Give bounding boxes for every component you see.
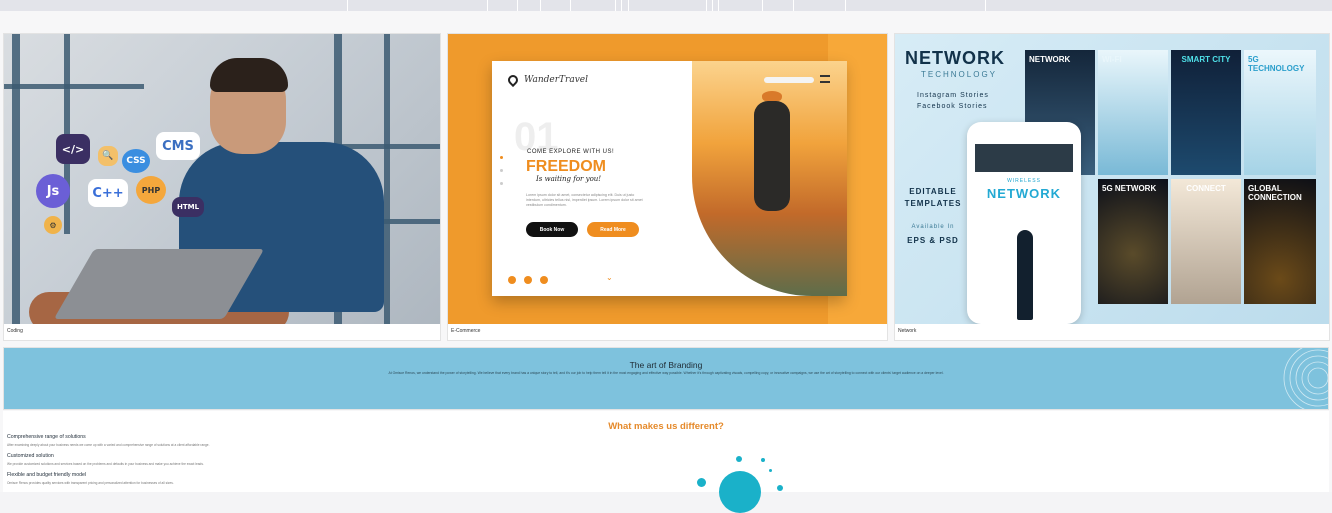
feature-title: Flexible and budget friendly model [7, 472, 87, 478]
illustration-dot [761, 458, 765, 462]
card-caption: Coding [7, 328, 23, 334]
formats-label: EPS & PSD [907, 236, 959, 245]
strip-divider [487, 0, 488, 11]
card-caption: Network [898, 328, 917, 334]
travel-kicker: COME EXPLORE WITH US! [527, 149, 615, 155]
cms-badge-icon: CMS [156, 132, 200, 160]
network-line2: Facebook Stories [917, 103, 988, 110]
branding-title: The art of Branding [629, 360, 703, 370]
hiker-photo [692, 61, 847, 296]
cpp-badge-icon: C++ [88, 179, 128, 207]
travel-brand: WanderTravel [524, 75, 588, 85]
tile-5g-technology: 5G TECHNOLOGY [1244, 50, 1316, 175]
strip-divider [706, 0, 707, 11]
branding-banner: The art of Branding At Omisce Renos, we … [3, 347, 1329, 410]
phone-person [1017, 230, 1033, 320]
travel-body: Lorem ipsum dolor sit amet, consectetur … [526, 193, 643, 208]
differentiators-section: What makes us different? Comprehensive r… [3, 411, 1329, 513]
tile-smart-city: SMART CITY [1171, 50, 1241, 175]
coding-image: </> 🔍 CSS CMS Js C++ PHP HTML ⚙ [4, 34, 440, 324]
section-heading: What makes us different? [608, 421, 724, 432]
illustration-dot [769, 469, 772, 472]
network-image: NETWORK TECHNOLOGY Instagram Stories Fac… [895, 34, 1329, 324]
feature-title: Customized solution [7, 453, 54, 459]
php-badge-icon: PHP [136, 176, 166, 204]
hiker-body [754, 101, 790, 211]
travel-headline: FREEDOM [526, 158, 606, 175]
strip-divider [845, 0, 846, 11]
network-title: NETWORK [905, 48, 1005, 68]
feature-title: Comprehensive range of solutions [7, 434, 86, 440]
code-badge-icon: </> [56, 134, 90, 164]
search-badge-icon: 🔍 [98, 146, 118, 166]
chevron-down-icon[interactable]: ⌄ [606, 273, 613, 282]
strip-divider [347, 0, 348, 11]
tile-connect: CONNECT [1171, 179, 1241, 304]
portfolio-card-network[interactable]: NETWORK TECHNOLOGY Instagram Stories Fac… [894, 33, 1330, 341]
card-caption: E-Commerce [451, 328, 481, 334]
travel-landing-mockup: WanderTravel 01 COME EXPLORE WITH US! FR… [492, 61, 847, 296]
strip-divider [628, 0, 629, 11]
facebook-icon[interactable] [508, 276, 516, 284]
slider-dot[interactable] [500, 182, 503, 185]
js-badge-icon: Js [36, 174, 70, 208]
feature-desc: Omisce Renos provides quality services w… [7, 481, 174, 485]
bug-badge-icon: ⚙ [44, 216, 62, 234]
phone-small-label: WIRELESS [1007, 178, 1041, 184]
strip-divider [793, 0, 794, 11]
hiker-hat [762, 91, 782, 101]
network-line1: Instagram Stories [917, 92, 989, 99]
strip-divider [718, 0, 719, 11]
read-more-button[interactable]: Read More [587, 222, 639, 237]
slider-dot[interactable] [500, 156, 503, 159]
browser-top-strip [0, 0, 1332, 11]
tile-wifi: WI-FI [1098, 50, 1168, 175]
strip-divider [540, 0, 541, 11]
branding-description: At Omisce Renos, we understand the power… [388, 371, 944, 375]
illustration-circle [719, 471, 761, 513]
strip-divider [615, 0, 616, 11]
shelf-board [4, 84, 144, 89]
strip-divider [712, 0, 713, 11]
menu-icon[interactable] [820, 75, 830, 83]
shelf-post [12, 34, 20, 324]
illustration-dot [777, 485, 783, 491]
strip-divider [985, 0, 986, 11]
feature-desc: After examining deeply about your busine… [7, 443, 210, 447]
css-badge-icon: CSS [122, 149, 150, 173]
instagram-icon[interactable] [524, 276, 532, 284]
slider-dot[interactable] [500, 169, 503, 172]
decorative-rings-icon [1283, 348, 1328, 409]
portfolio-card-coding[interactable]: </> 🔍 CSS CMS Js C++ PHP HTML ⚙ Coding [3, 33, 441, 341]
available-label: Available In [911, 224, 955, 230]
network-subtitle: TECHNOLOGY [921, 70, 998, 79]
strip-divider [570, 0, 571, 11]
portfolio-card-ecommerce[interactable]: WanderTravel 01 COME EXPLORE WITH US! FR… [447, 33, 888, 341]
strip-divider [517, 0, 518, 11]
book-now-button[interactable]: Book Now [526, 222, 578, 237]
phone-header-image [975, 144, 1073, 172]
tile-5g-network: 5G NETWORK [1098, 179, 1168, 304]
illustration-dot [736, 456, 742, 462]
twitter-icon[interactable] [540, 276, 548, 284]
location-pin-icon [505, 72, 521, 88]
feature-desc: We provide customized solutions and serv… [7, 462, 204, 466]
person-hair [210, 58, 288, 92]
travel-image: WanderTravel 01 COME EXPLORE WITH US! FR… [448, 34, 887, 324]
shelf-post [384, 34, 390, 324]
html-badge-icon: HTML [172, 197, 204, 217]
tile-global-connection: GLOBAL CONNECTION [1244, 179, 1316, 304]
editable-label: EDITABLE TEMPLATES [904, 187, 962, 208]
illustration-dot [697, 478, 706, 487]
search-input[interactable] [764, 77, 814, 83]
travel-script: Is waiting for you! [536, 175, 602, 183]
strip-divider [621, 0, 622, 11]
strip-divider [762, 0, 763, 11]
phone-title: NETWORK [986, 186, 1062, 201]
phone-mockup: WIRELESS NETWORK [967, 122, 1081, 324]
